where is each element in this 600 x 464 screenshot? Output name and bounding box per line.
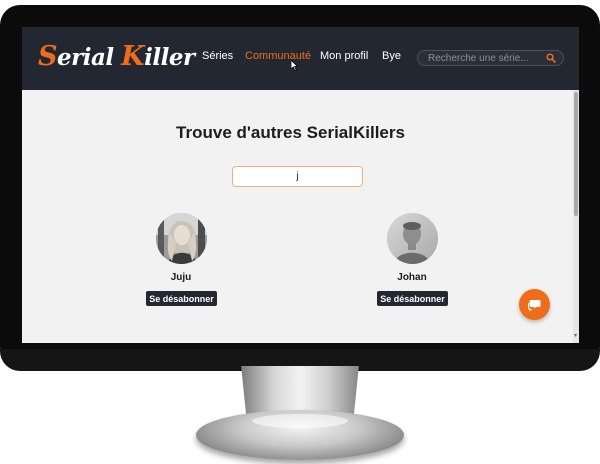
scroll-down-arrow-icon[interactable]: ▾ xyxy=(574,333,578,339)
unsubscribe-button[interactable]: Se désabonner xyxy=(146,291,217,306)
page-title: Trouve d'autres SerialKillers xyxy=(176,123,405,142)
logo-second-word: iller xyxy=(144,44,195,71)
chat-button[interactable] xyxy=(519,289,550,320)
nav-item-communaute[interactable]: Communauté xyxy=(245,50,311,62)
series-search xyxy=(417,50,564,66)
user-name: Johan xyxy=(397,272,427,283)
scrollbar-thumb[interactable] xyxy=(574,92,578,216)
unsubscribe-button[interactable]: Se désabonner xyxy=(377,291,448,306)
user-search-input[interactable] xyxy=(232,166,363,187)
logo-first-word: erial xyxy=(57,44,122,71)
mouse-cursor-icon xyxy=(291,60,299,71)
screen: Serial Killer Séries Communauté Mon prof… xyxy=(22,27,579,343)
chat-bubble-icon xyxy=(528,300,541,312)
nav-item-series[interactable]: Séries xyxy=(202,50,233,62)
avatar-man-photo xyxy=(387,213,438,264)
user-card: Juju Se désabonner xyxy=(126,213,236,313)
navbar: Serial Killer Séries Communauté Mon prof… xyxy=(22,27,579,90)
avatar-woman-photo xyxy=(156,213,207,264)
user-name: Juju xyxy=(170,272,192,283)
nav-item-mon-profil[interactable]: Mon profil xyxy=(320,50,368,62)
series-search-input[interactable] xyxy=(428,52,540,64)
user-card: Johan Se désabonner xyxy=(357,213,467,313)
avatar[interactable] xyxy=(156,213,207,264)
monitor-stand-base xyxy=(196,410,404,460)
serial-killer-logo[interactable]: Serial Killer xyxy=(38,41,195,75)
monitor-frame: Serial Killer Séries Communauté Mon prof… xyxy=(0,5,600,371)
nav-item-bye[interactable]: Bye xyxy=(382,50,401,62)
page-scrollbar[interactable] xyxy=(573,90,579,343)
search-icon[interactable] xyxy=(546,53,556,63)
avatar[interactable] xyxy=(387,213,438,264)
monitor-stand-neck xyxy=(241,366,359,416)
